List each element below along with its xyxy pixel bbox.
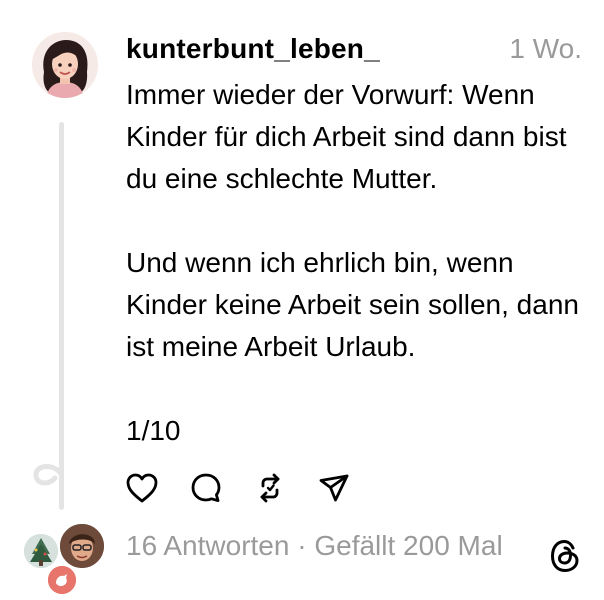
post-paragraph: Und wenn ich ehrlich bin, wenn Kinder ke…	[126, 247, 579, 362]
thread-line	[59, 122, 64, 510]
replies-count-link[interactable]: 16 Antworten	[126, 530, 289, 561]
reply-avatars[interactable]	[20, 516, 106, 596]
like-button[interactable]	[124, 470, 160, 506]
repost-button[interactable]	[252, 470, 288, 506]
thread-loop-icon	[33, 464, 64, 486]
comment-icon	[191, 473, 221, 502]
post-timestamp[interactable]: 1 Wo.	[509, 33, 582, 65]
post-paragraph: 1/10	[126, 415, 181, 446]
action-bar	[124, 470, 352, 506]
post-stats: 16 Antworten · Gefällt 200 Mal	[126, 530, 503, 562]
reply-like-badge	[46, 564, 78, 596]
post-body: Immer wieder der Vorwurf: Wenn Kinder fü…	[126, 74, 594, 452]
repost-icon	[260, 473, 280, 503]
reply-avatar	[24, 534, 58, 568]
reply-button[interactable]	[188, 470, 224, 506]
stats-separator: ·	[289, 530, 315, 561]
heart-icon	[126, 473, 158, 503]
likes-count-link[interactable]: Gefällt 200 Mal	[314, 530, 502, 561]
threads-logo-icon[interactable]	[548, 538, 582, 574]
share-icon	[319, 474, 349, 502]
post-paragraph: Immer wieder der Vorwurf: Wenn Kinder fü…	[126, 79, 567, 194]
share-button[interactable]	[316, 470, 352, 506]
username[interactable]: kunterbunt_leben_	[126, 33, 380, 65]
author-avatar[interactable]	[32, 32, 98, 98]
bird-icon	[48, 566, 76, 594]
reply-avatar	[58, 522, 106, 570]
avatar-illustration	[32, 32, 98, 98]
